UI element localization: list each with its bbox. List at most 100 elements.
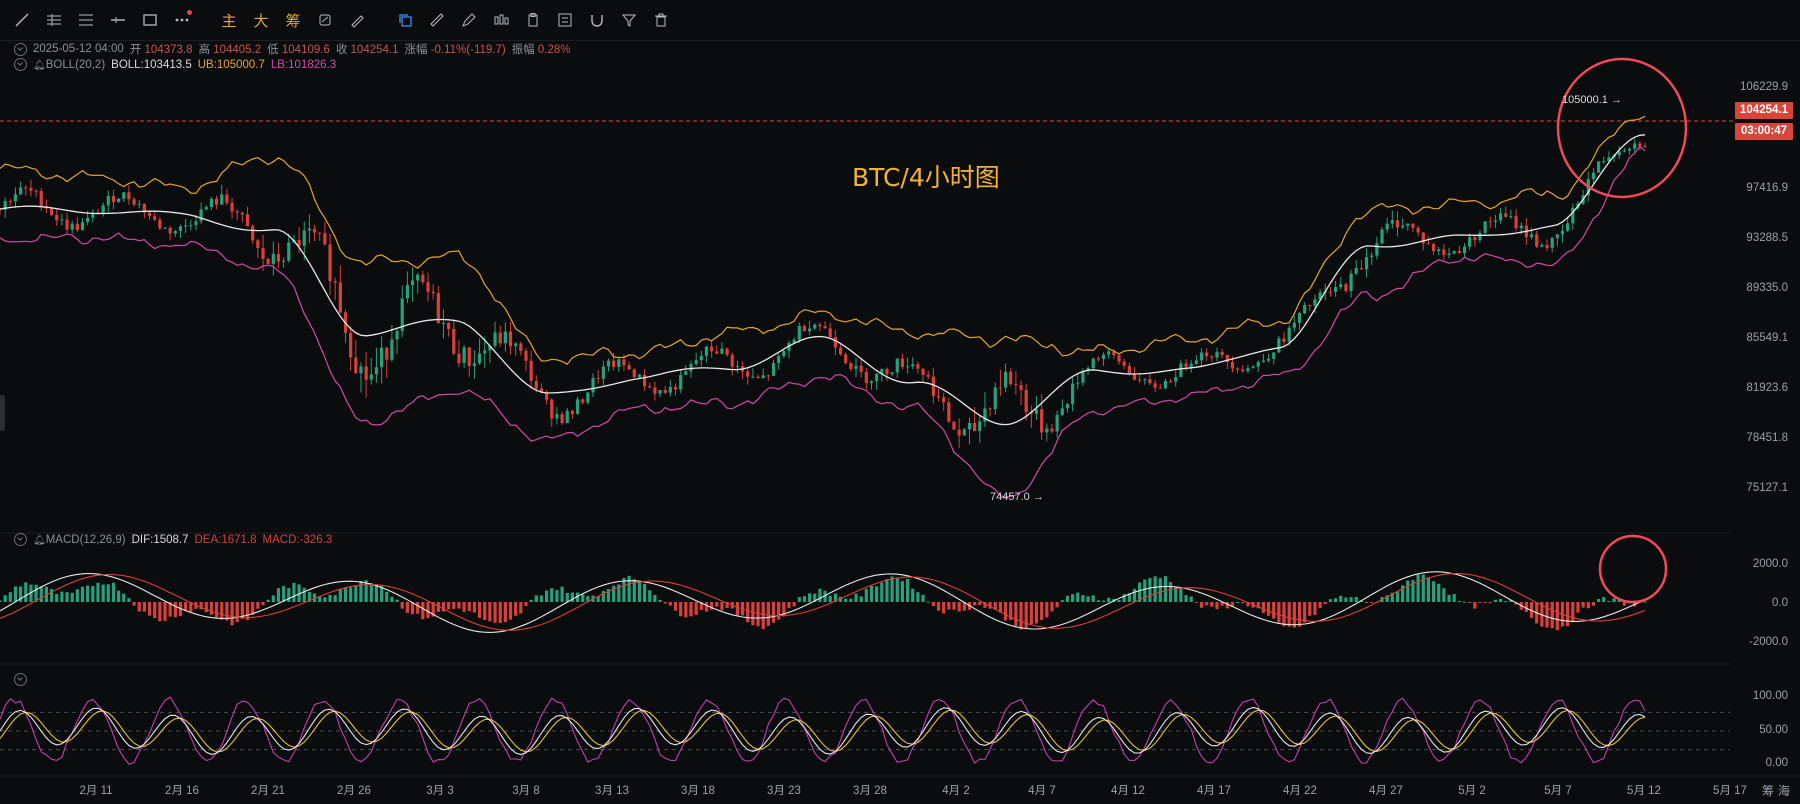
macd-histogram-bar — [498, 602, 502, 624]
candle-body — [1401, 225, 1405, 228]
macd-histogram-bar — [256, 602, 260, 609]
candle-body — [1050, 428, 1054, 432]
candle-body — [1246, 368, 1250, 372]
macd-histogram-bar — [209, 602, 214, 615]
macd-histogram-bar — [761, 602, 765, 630]
macd-histogram-bar — [1478, 602, 1482, 603]
candle-body — [1153, 383, 1157, 388]
macd-histogram-bar — [1277, 602, 1281, 623]
candle-body — [1220, 351, 1224, 355]
candle-body — [1091, 358, 1095, 369]
candle-body — [1230, 362, 1235, 369]
candle-body — [379, 347, 384, 368]
macd-histogram-bar — [400, 602, 404, 609]
candle-body — [369, 374, 373, 380]
macd-histogram-bar — [1101, 600, 1106, 602]
macd-histogram-bar — [1241, 602, 1245, 604]
candle-body — [1277, 338, 1281, 353]
macd-histogram-bar — [1447, 594, 1451, 602]
x-axis-label: 2月 26 — [337, 785, 371, 797]
macd-histogram-bar — [1370, 602, 1374, 603]
macd-histogram-bar — [524, 602, 528, 606]
candle-body — [189, 225, 193, 227]
candle-body — [828, 328, 832, 338]
candle-body — [529, 360, 533, 381]
candle-body — [323, 233, 327, 245]
boll-lb-value: LB:101826.3 — [270, 58, 337, 71]
open-value: 104373.8 — [144, 44, 193, 56]
candle-body — [276, 253, 281, 262]
candle-body — [230, 202, 234, 212]
macd-histogram-bar — [452, 602, 456, 609]
macd-collapse-icon[interactable] — [14, 533, 27, 546]
macd-histogram-bar — [1215, 602, 1219, 610]
chart-canvas[interactable] — [0, 0, 1800, 804]
macd-histogram-bar — [349, 587, 353, 602]
change-label: 涨幅 — [404, 44, 428, 56]
candle-body — [1488, 221, 1492, 223]
macd-histogram-bar — [658, 600, 662, 602]
candle-body — [80, 222, 85, 230]
candle-body — [921, 368, 925, 375]
candle-body — [457, 353, 461, 364]
candle-body — [282, 260, 286, 262]
panel-drag-handle[interactable] — [0, 395, 5, 431]
candle-body — [127, 192, 131, 200]
price-axis-label: 89335.0 — [1746, 282, 1788, 294]
macd-histogram-bar — [1566, 602, 1570, 627]
macd-histogram-bar — [1184, 595, 1188, 602]
macd-histogram-bar — [534, 595, 538, 602]
candle-body — [1462, 246, 1467, 254]
macd-histogram-bar — [1437, 583, 1441, 602]
boll-collapse-icon[interactable] — [14, 58, 27, 71]
candle-body — [771, 363, 776, 376]
macd-histogram-bar — [1581, 602, 1585, 608]
candle-body — [1148, 379, 1152, 384]
candle-body — [1122, 361, 1126, 366]
macd-histogram-bar — [947, 602, 951, 610]
candle-body — [1014, 384, 1018, 386]
candle-body — [220, 194, 224, 205]
candle-body — [1602, 160, 1606, 162]
candle-body — [648, 386, 652, 388]
macd-histogram-bar — [214, 602, 219, 618]
kdj-collapse-icon[interactable] — [14, 673, 27, 686]
candle-body — [462, 347, 466, 364]
macd-histogram-bar — [529, 599, 533, 602]
candle-body — [410, 280, 415, 286]
candle-body — [137, 203, 141, 205]
candle-body — [1509, 216, 1513, 218]
kdj-axis-label: 50.00 — [1759, 724, 1788, 736]
macd-histogram-bar — [926, 601, 930, 603]
macd-histogram-bar — [1153, 576, 1157, 602]
macd-histogram-bar — [560, 586, 564, 602]
candle-body — [833, 337, 837, 348]
boll-name[interactable]: 🔔︎BOLL(20,2) — [33, 59, 105, 71]
price-axis-label: 93288.5 — [1746, 232, 1788, 244]
candle-body — [1266, 358, 1271, 361]
candle-body — [622, 359, 626, 366]
candle-body — [302, 230, 306, 246]
macd-histogram-bar — [354, 585, 358, 602]
x-axis-label: 5月 17 — [1713, 785, 1747, 797]
candle-body — [209, 198, 214, 207]
candle-body — [1452, 251, 1456, 254]
candle-body — [1468, 237, 1472, 247]
amplitude-label: 振幅 — [511, 44, 535, 56]
macd-histogram-bar — [684, 602, 688, 618]
kdj-axis-label: 0.00 — [1765, 757, 1788, 769]
candle-body — [751, 376, 755, 378]
candle-body — [266, 258, 270, 264]
candle-body — [251, 226, 255, 241]
candle-body — [235, 211, 239, 213]
candle-body — [555, 414, 559, 419]
macd-histogram-bar — [957, 602, 961, 612]
candle-body — [869, 381, 874, 383]
macd-histogram-bar — [503, 602, 507, 623]
collapse-icon[interactable] — [14, 42, 27, 56]
macd-histogram-bar — [704, 602, 709, 612]
macd-histogram-bar — [1266, 602, 1271, 616]
macd-histogram-bar — [1576, 602, 1580, 613]
macd-name[interactable]: 🔔︎MACD(12,26,9) — [33, 534, 126, 546]
macd-histogram-bar — [153, 602, 157, 619]
